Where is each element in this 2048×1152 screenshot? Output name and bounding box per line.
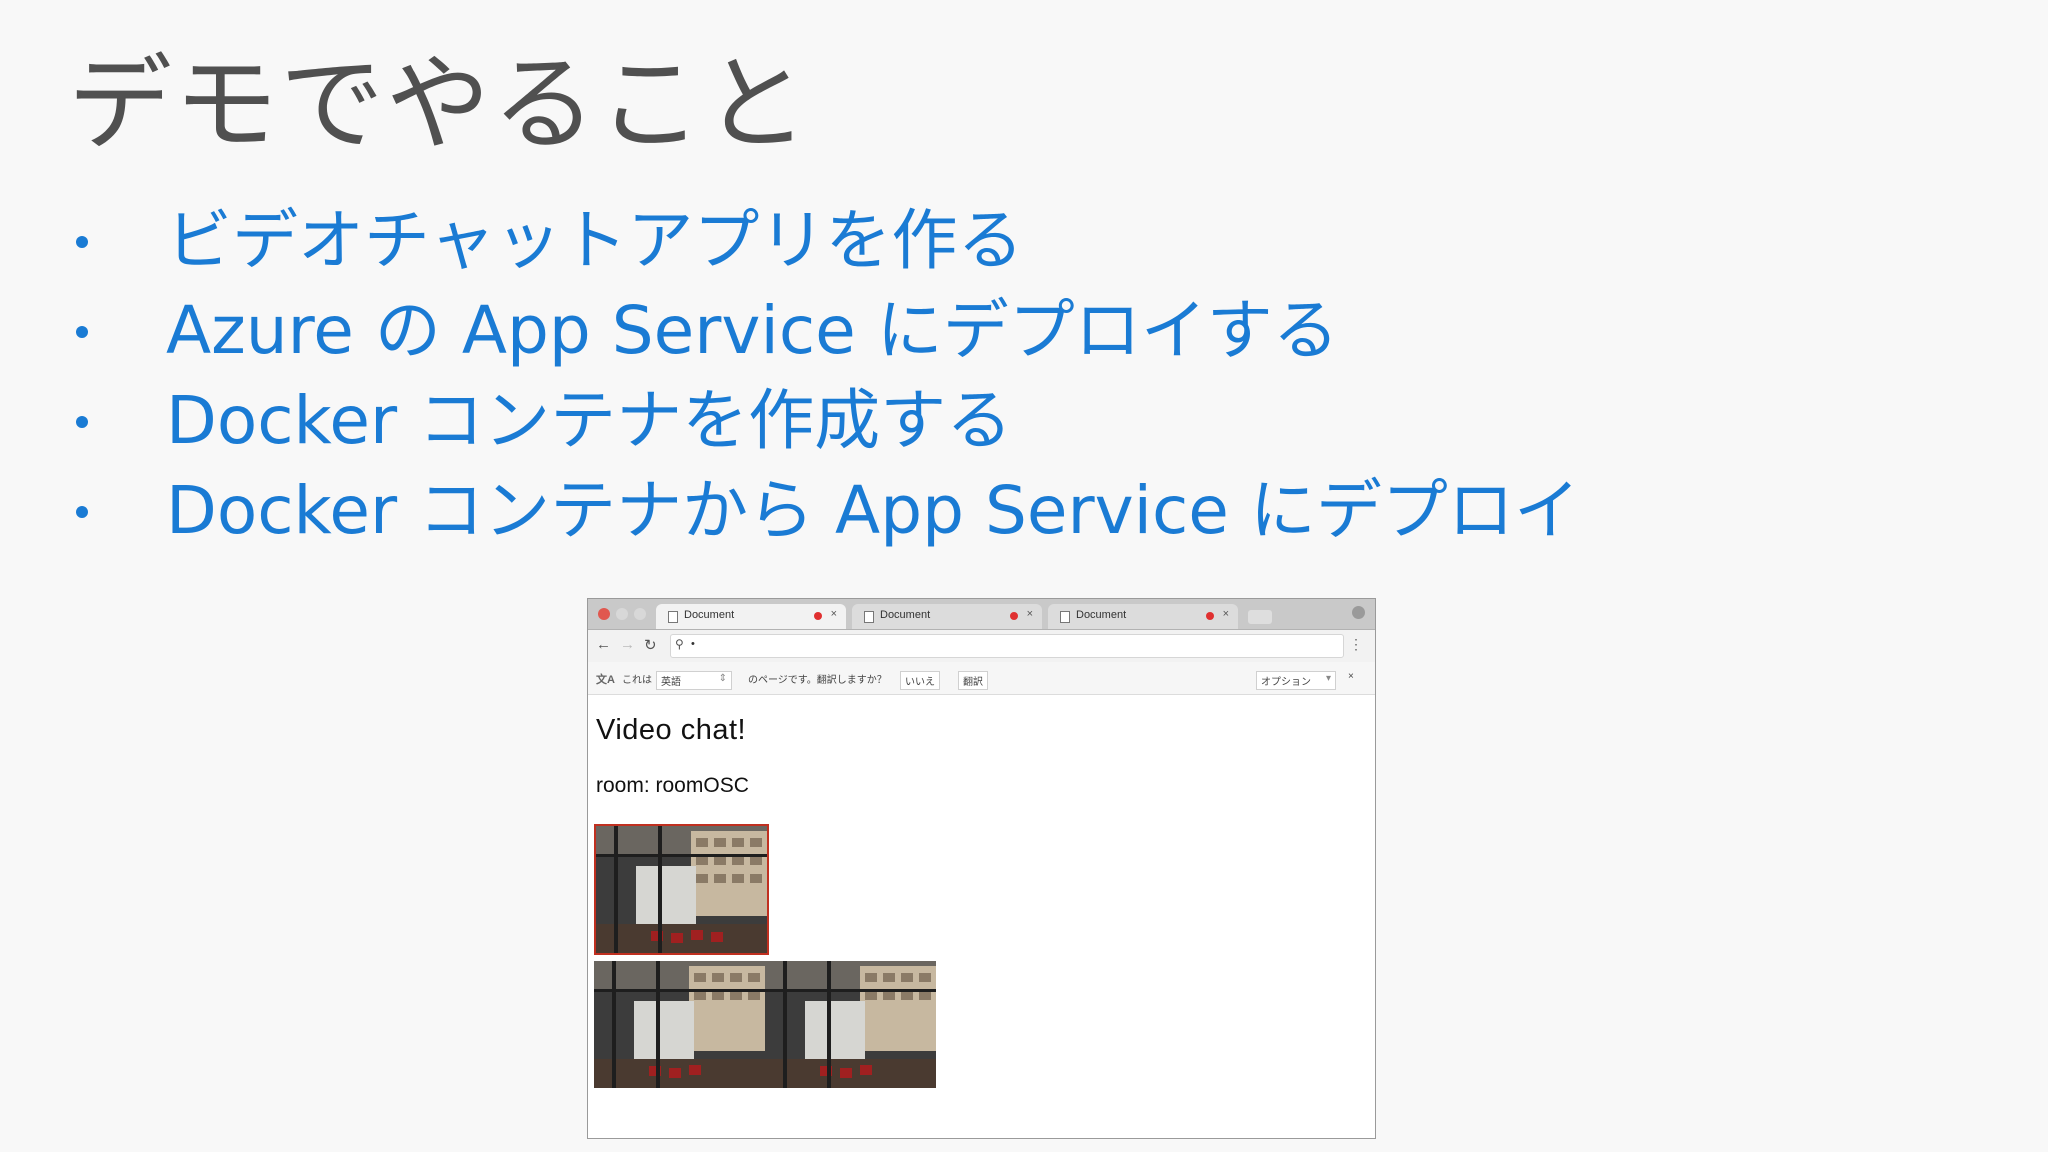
tab-close-icon[interactable]: × — [1027, 608, 1033, 620]
camera-image — [596, 826, 767, 953]
window-close-icon[interactable] — [598, 608, 610, 620]
camera-image — [765, 961, 936, 1088]
bullet-dot-icon — [76, 236, 88, 248]
dropdown-icon: ▾ — [1325, 673, 1331, 684]
browser-tab[interactable]: Document × — [656, 604, 846, 629]
back-icon[interactable]: ← — [596, 636, 611, 653]
document-icon — [1060, 611, 1070, 623]
slide-title: デモでやること — [68, 43, 811, 165]
language-select-value: 英語 — [661, 677, 681, 688]
tab-close-icon[interactable]: × — [831, 608, 837, 620]
recording-icon — [814, 612, 822, 620]
window-minimize-icon[interactable] — [616, 608, 628, 620]
bullet-text: Docker コンテナから App Service にデプロイ — [166, 472, 1580, 549]
translate-icon: 文A — [596, 674, 615, 686]
tab-label: Document — [684, 609, 735, 621]
bullet-text: ビデオチャットアプリを作る — [166, 202, 1024, 279]
translate-bar: 文A これは 英語 ⇕ のページです。翻訳しますか？ いいえ 翻訳 オプション ▾ … — [588, 662, 1375, 695]
browser-tab[interactable]: Document × — [1048, 604, 1238, 629]
document-icon — [668, 611, 678, 623]
remote-video — [765, 961, 936, 1088]
browser-screenshot: Document × Document × Document × ← → ↻ ⚲… — [587, 598, 1376, 1139]
profile-icon[interactable] — [1352, 606, 1365, 619]
translate-prefix: これは — [622, 675, 652, 686]
recording-icon — [1206, 612, 1214, 620]
translate-close-icon[interactable]: × — [1348, 671, 1354, 682]
forward-icon[interactable]: → — [620, 636, 635, 653]
new-tab-button[interactable] — [1248, 610, 1272, 624]
translate-message: のページです。翻訳しますか？ — [748, 675, 887, 686]
recording-icon — [1010, 612, 1018, 620]
search-icon: ⚲ — [675, 637, 684, 651]
browser-tab[interactable]: Document × — [852, 604, 1042, 629]
room-label: room: roomOSC — [596, 774, 749, 797]
translate-no-button[interactable]: いいえ — [900, 671, 940, 690]
window-zoom-icon[interactable] — [634, 608, 646, 620]
bullet-text: Docker コンテナを作成する — [166, 382, 1013, 459]
address-value: • — [691, 638, 695, 650]
menu-icon[interactable]: ⋮ — [1349, 636, 1363, 653]
bullet-dot-icon — [76, 326, 88, 338]
bullet-dot-icon — [76, 416, 88, 428]
translate-options-select[interactable]: オプション ▾ — [1256, 671, 1336, 690]
page-heading: Video chat! — [596, 714, 747, 746]
address-bar[interactable]: ⚲ • — [670, 634, 1344, 658]
bullet-dot-icon — [76, 506, 88, 518]
reload-icon[interactable]: ↻ — [644, 636, 657, 654]
language-select[interactable]: 英語 ⇕ — [656, 671, 732, 690]
document-icon — [864, 611, 874, 623]
remote-video — [594, 961, 765, 1088]
select-arrows-icon: ⇕ — [718, 673, 727, 684]
tab-label: Document — [1076, 609, 1127, 621]
camera-image — [594, 961, 765, 1088]
bullet-text: Azure の App Service にデプロイする — [166, 292, 1339, 369]
tab-close-icon[interactable]: × — [1223, 608, 1229, 620]
translate-button[interactable]: 翻訳 — [958, 671, 988, 690]
translate-options-label: オプション — [1261, 677, 1311, 688]
tab-strip: Document × Document × Document × — [588, 599, 1375, 630]
local-video — [594, 824, 769, 955]
browser-toolbar: ← → ↻ ⚲ • ⋮ — [588, 630, 1375, 662]
tab-label: Document — [880, 609, 931, 621]
